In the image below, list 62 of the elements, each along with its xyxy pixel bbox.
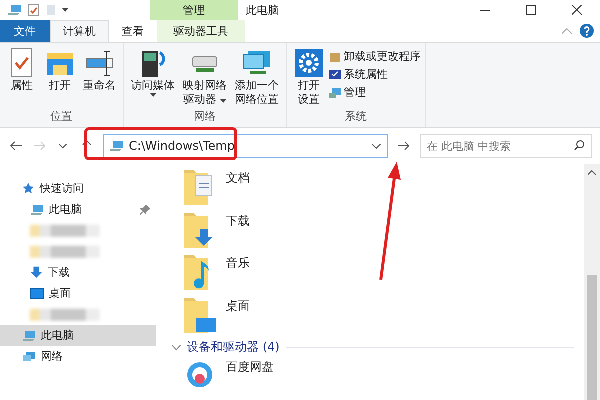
ribbon-command[interactable]: 系统属性: [329, 67, 421, 82]
group-label: 网络: [193, 109, 217, 125]
ribbon-command[interactable]: 属性: [4, 45, 40, 109]
folder-name[interactable]: 文档: [226, 168, 250, 187]
settings-icon: [294, 47, 324, 79]
nav-item[interactable]: 下载: [0, 262, 156, 283]
nav-item[interactable]: 网络: [0, 346, 156, 367]
ribbon-command[interactable]: 打开: [42, 45, 78, 109]
ribbon-tab[interactable]: 驱动器工具: [157, 20, 245, 42]
properties-icon[interactable]: [28, 4, 40, 16]
group-label: 位置: [50, 109, 74, 125]
program-box-icon: [329, 50, 341, 62]
folder-name[interactable]: 下载: [226, 210, 250, 230]
ribbon-command[interactable]: 访问媒体: [128, 45, 178, 109]
help-icon[interactable]: [580, 24, 594, 38]
dropdown-caret-icon: [220, 99, 227, 103]
computer-icon[interactable]: [8, 4, 22, 16]
collapse-ribbon-icon[interactable]: [562, 28, 572, 34]
network-icon: [22, 350, 36, 362]
scroll-up-icon[interactable]: [588, 170, 596, 175]
ribbon-command[interactable]: 打开 设置: [291, 45, 327, 109]
ribbon-command[interactable]: 添加一个 网络位置: [232, 45, 282, 109]
maximize-icon[interactable]: [526, 5, 536, 15]
section-title[interactable]: 设备和驱动器 (4): [187, 339, 280, 356]
search-field[interactable]: 在 此电脑 中搜索: [420, 134, 592, 158]
customize-caret-icon[interactable]: [62, 8, 69, 12]
nav-item[interactable]: 此电脑: [0, 199, 156, 220]
window-title: 此电脑: [245, 2, 280, 18]
dropdown-caret-icon[interactable]: [372, 144, 382, 148]
star-icon: [22, 182, 35, 195]
folder-name[interactable]: 桌面: [226, 296, 250, 314]
expanded-chevron-icon[interactable]: [172, 344, 181, 351]
computer-icon: [110, 140, 124, 152]
dropdown-caret-icon: [150, 93, 156, 97]
nav-item[interactable]: 此电脑: [0, 325, 156, 346]
go-arrow-icon[interactable]: [398, 141, 410, 151]
search-icon: [574, 140, 586, 151]
monitor-check-icon: [329, 68, 341, 80]
context-tab-header: 管理: [150, 0, 238, 20]
group-label: 系统: [344, 109, 368, 125]
close-icon[interactable]: [572, 5, 582, 15]
download-arrow-icon: [30, 266, 43, 279]
scrollbar[interactable]: [584, 164, 600, 400]
ribbon-command[interactable]: 管理: [329, 85, 421, 100]
computer-management-icon: [329, 86, 341, 98]
ribbon-tab[interactable]: 文件: [0, 20, 50, 42]
address-field[interactable]: C:\Windows\Temp: [102, 134, 388, 158]
desktop-folder-icon[interactable]: [182, 296, 218, 336]
pin-icon: [140, 204, 150, 214]
computer-icon: [30, 204, 44, 216]
desktop-icon: [30, 288, 44, 299]
nav-item[interactable]: 桌面: [0, 283, 156, 304]
ribbon-tab[interactable]: 计算机: [50, 20, 109, 42]
chevron-down-icon[interactable]: [59, 144, 68, 148]
computer-icon: [22, 330, 36, 342]
ribbon-command[interactable]: 映射网络 驱动器: [180, 45, 230, 109]
ribbon-command[interactable]: 重命名: [80, 45, 119, 109]
ribbon-command[interactable]: 卸载或更改程序: [329, 49, 421, 64]
drive-name[interactable]: 百度网盘: [226, 357, 274, 376]
folder-name[interactable]: 音乐: [226, 253, 250, 272]
nav-item[interactable]: 快速访问: [0, 178, 156, 199]
back-arrow-icon[interactable]: [10, 141, 22, 151]
